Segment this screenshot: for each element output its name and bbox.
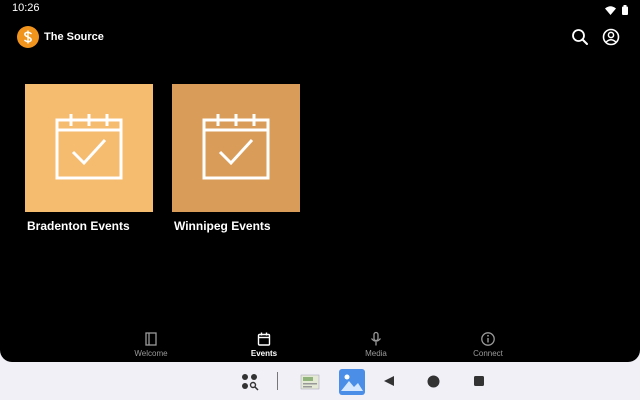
nav-label-media: Media [365,349,387,358]
nav-item-media[interactable]: Media [331,326,421,362]
nav-label-events: Events [250,349,278,358]
app-bar: The Source [0,22,640,54]
event-card-label-winnipeg[interactable]: Winnipeg Events [174,219,271,233]
app-drawer-icon[interactable] [240,372,260,392]
account-icon[interactable] [602,28,620,46]
nav-label-welcome: Welcome [134,349,168,358]
status-bar: 10:26 [0,0,640,16]
battery-icon [622,2,628,20]
calendar-icon [256,331,272,347]
bottom-navigation: Welcome Events Media Connect [0,326,640,362]
event-card-winnipeg[interactable] [172,84,300,212]
nav-item-welcome[interactable]: Welcome [106,326,196,362]
back-icon[interactable] [382,374,396,388]
search-icon[interactable] [571,28,589,46]
microphone-icon [368,331,384,347]
taskbar-divider [277,372,278,390]
app-screen: 10:26 The Source Bradenton Events Winnip… [0,0,640,362]
status-time: 10:26 [12,2,40,14]
system-taskbar [0,362,640,400]
status-icons [605,2,628,20]
wifi-icon [605,2,616,20]
nav-label-connect: Connect [473,349,503,358]
event-card-label-bradenton[interactable]: Bradenton Events [27,219,130,233]
dollar-logo-icon [17,26,39,48]
event-card-bradenton[interactable] [25,84,153,212]
nav-item-events[interactable]: Events [219,326,309,362]
book-icon [143,331,159,347]
calendar-check-icon [53,110,125,187]
app-title: The Source [44,31,104,43]
calendar-check-icon [200,110,272,187]
home-icon[interactable] [426,374,440,388]
app-actions [571,28,620,46]
pinned-app-icon[interactable] [300,372,320,392]
gallery-app-icon[interactable] [339,369,365,395]
info-icon [480,331,496,347]
recents-icon[interactable] [472,374,486,388]
nav-item-connect[interactable]: Connect [443,326,533,362]
